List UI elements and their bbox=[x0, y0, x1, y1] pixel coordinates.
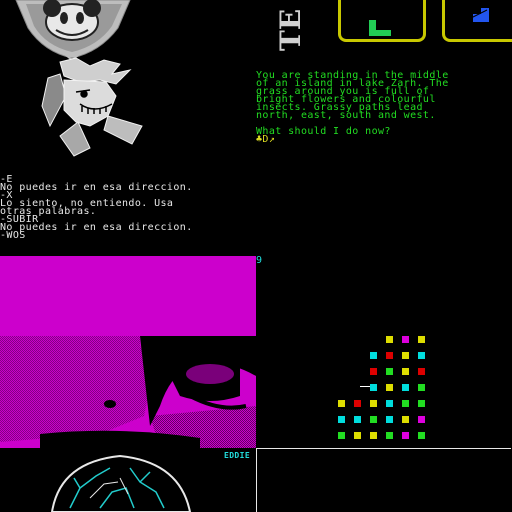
dot bbox=[402, 384, 409, 391]
dot bbox=[386, 432, 393, 439]
dot bbox=[418, 368, 425, 375]
dot bbox=[402, 336, 409, 343]
magenta-face-panel bbox=[0, 256, 256, 448]
dot bbox=[370, 416, 377, 423]
dot bbox=[402, 368, 409, 375]
dot bbox=[402, 416, 409, 423]
crystal-ball-icon bbox=[50, 454, 192, 512]
dithered-face-drawing bbox=[0, 336, 256, 448]
command-input[interactable]: ♣D↗ bbox=[256, 135, 275, 145]
color-dot-grid bbox=[330, 330, 440, 440]
pointer-line bbox=[360, 386, 370, 387]
dot bbox=[338, 432, 345, 439]
dot bbox=[402, 352, 409, 359]
dot bbox=[370, 352, 377, 359]
dot bbox=[418, 400, 425, 407]
dot bbox=[354, 400, 361, 407]
dot bbox=[386, 352, 393, 359]
grinning-character-drawing bbox=[41, 57, 143, 157]
blue-stairs-icon bbox=[465, 8, 489, 22]
dot bbox=[402, 432, 409, 439]
dot bbox=[386, 416, 393, 423]
green-l-block-icon bbox=[369, 20, 391, 36]
dot bbox=[354, 416, 361, 423]
dot bbox=[354, 432, 361, 439]
dot bbox=[370, 368, 377, 375]
command-prompt: What should I do now? bbox=[256, 126, 391, 137]
empty-output-box bbox=[256, 448, 511, 512]
room-description: You are standing in the middle of an isl… bbox=[256, 70, 449, 121]
dot bbox=[370, 432, 377, 439]
dot bbox=[370, 400, 377, 407]
dot bbox=[418, 416, 425, 423]
cartoon-face-drawing bbox=[15, 0, 131, 60]
dot bbox=[370, 384, 377, 391]
dot bbox=[402, 400, 409, 407]
dot bbox=[386, 336, 393, 343]
game-title-fragment: TE bbox=[274, 8, 307, 52]
dot bbox=[418, 352, 425, 359]
inventory-slot-right[interactable] bbox=[442, 0, 512, 42]
eddie-logo: EDDIE bbox=[224, 451, 251, 460]
dot bbox=[386, 368, 393, 375]
cartoon-shield-panel bbox=[0, 0, 256, 60]
dot bbox=[338, 416, 345, 423]
inventory-slot-left[interactable] bbox=[338, 0, 426, 42]
dot bbox=[386, 384, 393, 391]
score-counter: 9 bbox=[256, 255, 263, 266]
dot bbox=[338, 400, 345, 407]
crystal-ball-panel bbox=[0, 448, 256, 512]
dot bbox=[418, 336, 425, 343]
dot bbox=[386, 400, 393, 407]
spanish-command-log: -E No puedes ir en esa direccion. -X Lo … bbox=[0, 174, 193, 241]
dot bbox=[418, 384, 425, 391]
grinning-character-panel bbox=[20, 56, 160, 160]
dot bbox=[418, 432, 425, 439]
